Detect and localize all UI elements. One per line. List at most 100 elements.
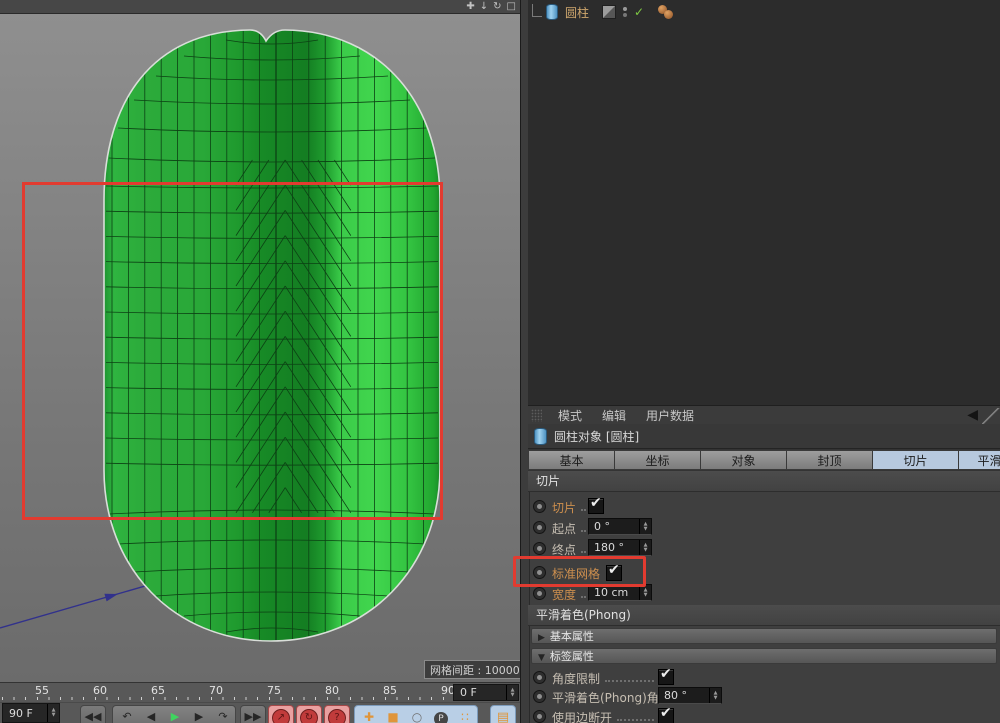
keyframe-parameter-button[interactable]: P (429, 706, 453, 723)
param-label-regular-grid: 标准网格✔ (552, 565, 622, 582)
end-frame-field[interactable]: 90 F ▲▼ (2, 703, 60, 723)
stepper-icon[interactable]: ▲▼ (639, 540, 651, 555)
param-row-slice-to: 终点 180 °▲▼ (528, 538, 1000, 559)
param-checkbox-use-edge-breaks[interactable]: ✔ (658, 708, 674, 723)
enabled-check-icon[interactable]: ✓ (634, 5, 644, 19)
layers-button[interactable]: ▤ (490, 705, 516, 723)
timeline-ruler[interactable]: 5560657075808590 (0, 683, 453, 701)
keyframe-dot-icon[interactable] (533, 587, 546, 600)
next-frame-button[interactable]: ▶ (187, 706, 211, 723)
param-label-slice-enable: 切片 (552, 499, 576, 516)
caret-icon: ▶ (538, 633, 545, 643)
current-frame-field[interactable]: 0 F ▲▼ (453, 684, 519, 701)
stepper-icon[interactable]: ▲▼ (709, 688, 721, 703)
record-objects-button[interactable]: ↗ (268, 705, 294, 723)
param-field-width[interactable]: 10 cm▲▼ (588, 584, 652, 601)
param-checkbox-slice-enable[interactable]: ✔ (588, 498, 604, 514)
keyframe-rotation-button[interactable]: ○ (405, 706, 429, 723)
keyframe-dot-icon[interactable] (533, 566, 546, 579)
cinema4d-window: ✚ ↓ ↻ □ 网格间距 : 10000 cm 圆柱 ✓ 模式 编辑 用户数据 ◀ (0, 0, 1000, 723)
tab-coordinates[interactable]: 坐标 (614, 450, 700, 470)
autokey-button[interactable]: ↻ (296, 705, 322, 723)
maximize-icon[interactable]: □ (507, 2, 516, 12)
object-manager-row-cylinder[interactable]: 圆柱 ✓ (532, 3, 676, 21)
transport-group-frame: ↶◀▶▶↷ (112, 705, 236, 723)
viewport-canvas[interactable] (0, 0, 520, 682)
param-row-phong-angle: 平滑着色(Phong)角度80 °▲▼ (528, 686, 1000, 707)
keyframe-dot-icon[interactable] (533, 671, 546, 684)
param-label-slice-to: 终点 (552, 541, 576, 558)
menu-mode[interactable]: 模式 (548, 407, 592, 424)
cylinder-object-icon[interactable] (546, 4, 558, 20)
keyframe-pla-button[interactable]: ∷ (453, 706, 477, 723)
tab-caps[interactable]: 封顶 (786, 450, 872, 470)
zoom-icon[interactable]: ↓ (480, 2, 488, 12)
collapse-arrow-icon[interactable]: ◀ (967, 407, 978, 423)
param-checkbox-angle-limit[interactable]: ✔ (658, 669, 674, 685)
keyframe-dot-icon[interactable] (533, 690, 546, 703)
goto-end-button[interactable]: ▶▶ (240, 705, 266, 723)
cylinder-object-icon (534, 428, 547, 445)
layer-state-icon[interactable] (602, 5, 616, 19)
param-label-use-edge-breaks: 使用边断开 (552, 709, 612, 723)
tab-object[interactable]: 对象 (700, 450, 786, 470)
goto-next-key-button[interactable]: ↷ (211, 706, 235, 723)
viewport-titlebar: ✚ ↓ ↻ □ (0, 0, 520, 14)
ruler-label: 85 (383, 684, 397, 697)
param-field-phong-angle[interactable]: 80 °▲▼ (658, 687, 722, 704)
record-help-button[interactable]: ? (324, 705, 350, 723)
phong-tag-icon[interactable] (658, 5, 676, 19)
param-field-slice-from[interactable]: 0 °▲▼ (588, 518, 652, 535)
keyframe-dot-icon[interactable] (533, 521, 546, 534)
visibility-dots-icon[interactable] (623, 7, 627, 17)
resize-corner-icon[interactable] (982, 408, 1000, 424)
dotted-leader (605, 680, 654, 682)
dotted-leader (581, 530, 584, 532)
menu-user-data[interactable]: 用户数据 (636, 407, 704, 424)
play-button[interactable]: ▶ (163, 706, 187, 723)
viewport-nav-icons: ✚ ↓ ↻ □ (466, 0, 516, 13)
object-name[interactable]: 圆柱 (562, 4, 592, 21)
group-bar-basic-properties[interactable]: ▶基本属性 (531, 628, 997, 644)
rotate-icon[interactable]: ↻ (493, 2, 501, 12)
stepper-icon[interactable]: ▲▼ (506, 685, 518, 700)
previous-frame-button[interactable]: ◀ (139, 706, 163, 723)
play-backward-button[interactable]: ↶ (115, 706, 139, 723)
param-row-slice-enable: 切片 ✔ (528, 496, 1000, 517)
goto-start-button[interactable]: ◀◀ (80, 705, 106, 723)
stepper-icon[interactable]: ▲▼ (639, 519, 651, 534)
right-panel: 圆柱 ✓ 模式 编辑 用户数据 ◀ 圆柱对象 [圆柱] 基本坐标对象封顶切片平滑… (520, 0, 1000, 723)
pan-icon[interactable]: ✚ (466, 2, 474, 12)
param-row-width: 宽度 10 cm▲▼ (528, 583, 1000, 604)
grip-handle[interactable] (531, 409, 542, 422)
ruler-ticks (2, 697, 451, 700)
param-label-width: 宽度 (552, 586, 576, 603)
tab-slice[interactable]: 切片 (872, 450, 958, 470)
tab-basic[interactable]: 基本 (528, 450, 614, 470)
group-bar-tag-properties[interactable]: ▼标签属性 (531, 648, 997, 664)
stepper-icon[interactable]: ▲▼ (639, 585, 651, 600)
menu-edit[interactable]: 编辑 (592, 407, 636, 424)
object-manager: 圆柱 ✓ (528, 0, 1000, 406)
grid-spacing-label: 网格间距 : 10000 cm (424, 660, 520, 679)
mesh-object (100, 26, 444, 646)
ruler-label: 70 (209, 684, 223, 697)
tab-phong[interactable]: 平滑着色 (958, 450, 1000, 470)
attribute-title-row: 圆柱对象 [圆柱] (528, 424, 1000, 449)
keyframe-dot-icon[interactable] (533, 710, 546, 723)
keyframe-scale-button[interactable]: ■ (381, 706, 405, 723)
keyframe-position-button[interactable]: ✚ (357, 706, 381, 723)
param-row-angle-limit: 角度限制✔ (528, 667, 1000, 688)
ruler-label: 75 (267, 684, 281, 697)
viewport-panel: ✚ ↓ ↻ □ 网格间距 : 10000 cm (0, 0, 520, 682)
param-label-phong-angle: 平滑着色(Phong)角度 (552, 689, 671, 706)
attribute-tabs: 基本坐标对象封顶切片平滑着色 (528, 449, 1000, 471)
keyframe-dot-icon[interactable] (533, 542, 546, 555)
keyframe-dot-icon[interactable] (533, 500, 546, 513)
tree-elbow-icon (532, 4, 542, 17)
stepper-icon[interactable]: ▲▼ (47, 704, 59, 722)
ruler-label: 55 (35, 684, 49, 697)
dotted-leader (581, 509, 584, 511)
param-checkbox-regular-grid[interactable]: ✔ (606, 565, 622, 581)
param-field-slice-to[interactable]: 180 °▲▼ (588, 539, 652, 556)
